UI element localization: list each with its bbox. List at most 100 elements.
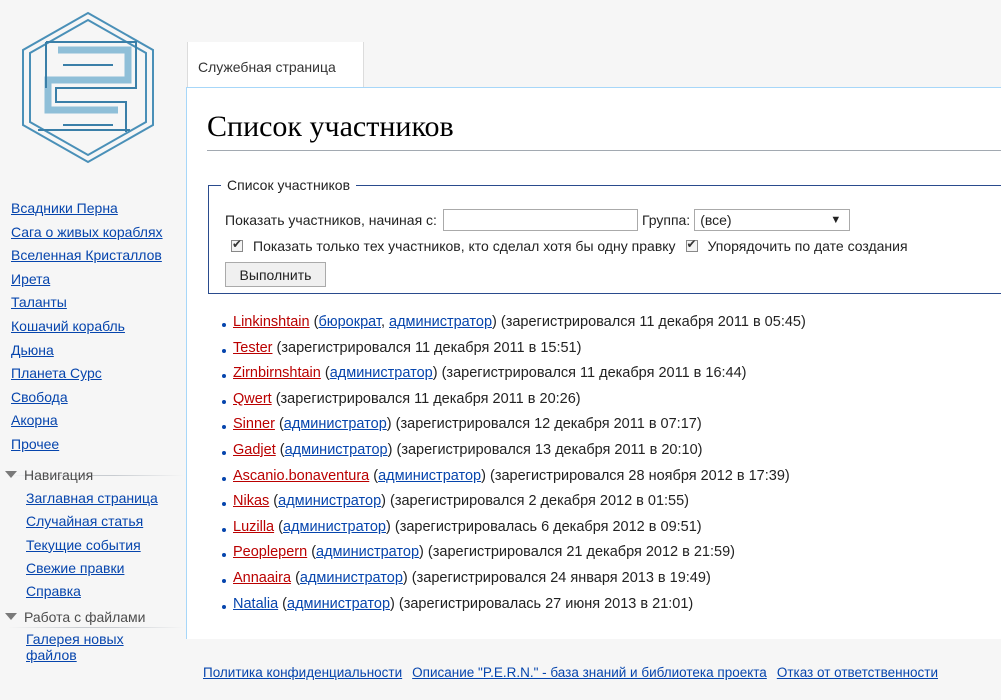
user-row: Natalia (администратор) (зарегистрировал… (211, 592, 806, 618)
from-label: Показать участников, начиная с: (225, 212, 437, 228)
footer-link[interactable]: Описание "P.E.R.N." - база знаний и библ… (412, 665, 767, 680)
group-link[interactable]: администратор (284, 416, 387, 432)
files-heading[interactable]: Работа с файлами (5, 607, 186, 627)
nav-link[interactable]: Свежие правки (26, 560, 124, 576)
user-link[interactable]: Sinner (233, 416, 275, 432)
registration-info: (зарегистрировался 12 декабря 2011 в 07:… (395, 416, 702, 433)
sidebar: Всадники Перна Сага о живых кораблях Вселе… (0, 200, 186, 669)
tab-label: Служебная страница (198, 59, 336, 75)
registration-info: (зарегистрировался 2 декабря 2012 в 01:5… (390, 493, 690, 510)
nav-item: Заглавная страница (26, 490, 186, 508)
sidebar-link[interactable]: Вселенная Кристаллов (11, 247, 162, 263)
registration-info: (зарегистрировался 11 декабря 2011 в 15:… (276, 339, 582, 356)
user-link[interactable]: Qwert (233, 391, 272, 407)
user-link[interactable]: Luzilla (233, 519, 274, 535)
registration-info: (зарегистрировался 11 декабря 2011 в 16:… (441, 365, 747, 382)
sidebar-link[interactable]: Прочее (11, 436, 59, 452)
user-row: Nikas (администратор) (зарегистрировался… (211, 489, 806, 515)
dropdown-arrow-icon: ▼ (830, 214, 842, 226)
registration-info: (зарегистрировался 13 декабря 2011 в 20:… (396, 441, 703, 458)
user-link[interactable]: Annaaira (233, 570, 291, 586)
sort-by-creation-checkbox[interactable] (685, 237, 698, 252)
registration-info: (зарегистрировался 21 декабря 2012 в 21:… (427, 544, 735, 561)
sort-by-creation-label: Упорядочить по дате создания (707, 238, 908, 254)
sidebar-link[interactable]: Ирета (11, 271, 50, 287)
sidebar-link[interactable]: Свобода (11, 389, 68, 405)
nav-item: Случайная статья (26, 513, 186, 531)
footer-link[interactable]: Политика конфиденциальности (203, 665, 402, 680)
sidebar-link[interactable]: Сага о живых кораблях (11, 224, 163, 240)
user-row: Peoplepern (администратор) (зарегистриро… (211, 540, 806, 566)
navigation-title: Навигация (24, 466, 94, 483)
sidebar-link[interactable]: Таланты (11, 294, 67, 310)
collapse-triangle-icon[interactable] (5, 612, 17, 620)
files-list: Галерея новых файлов (0, 631, 186, 663)
navigation-heading[interactable]: Навигация (5, 465, 186, 485)
username-from-input[interactable] (442, 209, 638, 231)
nav-link[interactable]: Случайная статья (26, 513, 143, 529)
sidebar-item: Вселенная Кристаллов (11, 247, 186, 265)
footer-links: Политика конфиденциальности Описание "P.E… (203, 665, 948, 680)
group-link[interactable]: администратор (285, 442, 388, 458)
sidebar-item: Прочее (11, 436, 186, 454)
user-link[interactable]: Tester (233, 340, 273, 356)
submit-button[interactable]: Выполнить (225, 262, 326, 287)
site-logo[interactable] (18, 10, 158, 165)
with-edits-checkbox[interactable] (231, 237, 243, 252)
user-row: Sinner (администратор) (зарегистрировалс… (211, 412, 806, 438)
group-link[interactable]: администратор (378, 468, 481, 484)
sidebar-link[interactable]: Акорна (11, 412, 58, 428)
sidebar-link[interactable]: Всадники Перна (11, 200, 118, 216)
footer-link[interactable]: Отказ от ответственности (777, 665, 938, 680)
user-link[interactable]: Peoplepern (233, 544, 307, 560)
sidebar-item: Ирета (11, 271, 186, 289)
sidebar-link[interactable]: Кошачий корабль (11, 318, 125, 334)
user-row: Ascanio.bonaventura (администратор) (зар… (211, 464, 806, 490)
sidebar-links: Всадники Перна Сага о живых кораблях Вселе… (0, 200, 186, 454)
files-title: Работа с файлами (24, 608, 146, 625)
nav-link[interactable]: Справка (26, 583, 81, 599)
user-link[interactable]: Nikas (233, 493, 269, 509)
divider (8, 627, 184, 628)
user-row: Luzilla (администратор) (зарегистрировал… (211, 515, 806, 541)
nav-link[interactable]: Заглавная страница (26, 490, 158, 506)
group-link[interactable]: администратор (283, 519, 386, 535)
user-link[interactable]: Zirnbirnshtain (233, 365, 321, 381)
group-select[interactable]: (все) ▼ (694, 209, 851, 231)
group-link[interactable]: администратор (389, 314, 492, 330)
tab-special-page[interactable]: Служебная страница (187, 42, 364, 88)
nav-item: Свежие правки (26, 560, 186, 578)
user-link[interactable]: Ascanio.bonaventura (233, 468, 369, 484)
group-select-value: (все) (700, 212, 732, 228)
group-label: Группа: (641, 212, 691, 228)
user-link[interactable]: Natalia (233, 596, 278, 612)
group-link[interactable]: бюрократ (318, 314, 381, 330)
registration-info: (зарегистрировалась 27 июня 2013 в 21:01… (398, 595, 694, 612)
nav-item: Текущие события (26, 537, 186, 555)
collapse-triangle-icon[interactable] (5, 470, 17, 478)
page-title: Список участников (207, 110, 1001, 151)
registration-info: (зарегистрировался 28 ноября 2012 в 17:3… (490, 467, 790, 484)
group-link[interactable]: администратор (300, 570, 403, 586)
form-legend: Список участников (227, 177, 351, 193)
files-link[interactable]: Галерея новых файлов (26, 631, 124, 663)
group-link[interactable]: администратор (330, 365, 433, 381)
sidebar-item: Таланты (11, 294, 186, 312)
sidebar-item: Акорна (11, 412, 186, 430)
group-link[interactable]: администратор (287, 596, 390, 612)
user-row: Zirnbirnshtain (администратор) (зарегист… (211, 361, 806, 387)
user-row: Annaaira (администратор) (зарегистрирова… (211, 566, 806, 592)
group-link[interactable]: администратор (316, 544, 419, 560)
registration-info: (зарегистрировалась 6 декабря 2012 в 09:… (394, 518, 702, 535)
sidebar-link[interactable]: Планета Сурс (11, 365, 102, 381)
user-row: Gadjet (администратор) (зарегистрировалс… (211, 438, 806, 464)
nav-link[interactable]: Текущие события (26, 537, 141, 553)
user-link[interactable]: Linkinshtain (233, 314, 310, 330)
main-content: Список участников Список участников Пока… (186, 87, 1001, 639)
group-link[interactable]: администратор (278, 493, 381, 509)
user-row: Tester (зарегистрировался 11 декабря 201… (211, 336, 806, 362)
user-link[interactable]: Gadjet (233, 442, 276, 458)
sidebar-link[interactable]: Дьюна (11, 342, 54, 358)
filter-form: Список участников Показать участников, н… (208, 177, 1001, 294)
sidebar-item: Свобода (11, 389, 186, 407)
